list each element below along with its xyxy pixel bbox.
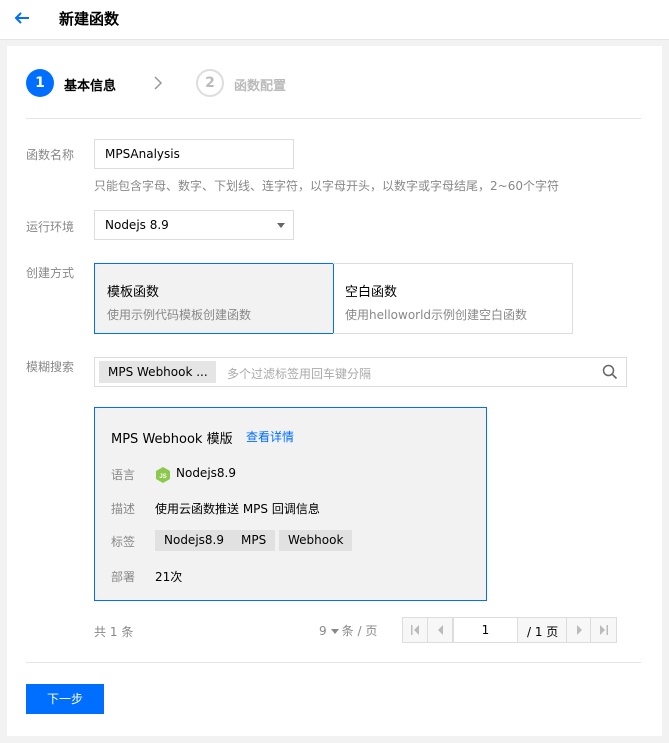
top-bar: 新建函数 [0,0,669,40]
caret-down-icon [330,629,339,634]
tag-badge: Nodejs8.9 [155,530,233,551]
current-page-input[interactable]: 1 [453,618,518,642]
search-icon[interactable] [602,364,618,380]
blank-function-option[interactable]: 空白函数 使用helloworld示例创建空白函数 [333,263,573,334]
runtime-select[interactable]: Nodejs 8.9 [94,210,294,240]
tag-badge: MPS [232,530,276,551]
page-size-select[interactable]: 9 条 / 页 [319,622,377,639]
page-title: 新建函数 [59,10,120,28]
language-label: 语言 [111,468,136,482]
nodejs-icon: JS [156,467,170,483]
caret-down-icon [277,223,285,228]
description-value: 使用云函数推送 MPS 回调信息 [155,502,320,516]
chevron-right-icon [154,76,163,90]
next-step-button[interactable]: 下一步 [26,684,104,714]
fuzzy-search-label: 模糊搜索 [26,360,75,374]
runtime-value: Nodejs 8.9 [105,218,169,232]
total-suffix: 条 [121,625,134,639]
total-pages-text: / 1 页 [527,625,559,639]
description-label: 描述 [111,502,136,516]
last-page-button[interactable] [591,618,616,642]
search-tag-chip[interactable]: MPS Webhook ... [99,361,216,383]
view-details-link[interactable]: 查看详情 [246,428,294,445]
total-count: 1 [109,625,118,639]
deploy-label: 部署 [111,570,136,584]
step-1-label: 基本信息 [64,79,117,94]
tags-label: 标签 [111,535,136,549]
pagination-total: 共 1 条 [94,623,133,640]
function-name-input[interactable]: MPSAnalysis [94,139,294,169]
prev-page-icon [438,625,443,635]
pager: 1 / 1 页 [402,617,617,643]
function-name-label: 函数名称 [26,148,75,162]
language-value: Nodejs8.9 [176,466,236,480]
option-description: 使用示例代码模板创建函数 [107,308,252,322]
page-size-unit: 条 / 页 [341,624,378,638]
arrow-left-icon[interactable] [12,8,32,28]
steps-divider [26,118,641,119]
creation-method-label: 创建方式 [26,266,75,280]
option-title: 空白函数 [345,285,398,300]
search-placeholder: 多个过滤标签用回车键分隔 [227,367,372,381]
prev-page-button[interactable] [428,618,453,642]
svg-text:JS: JS [159,474,166,480]
template-function-option[interactable]: 模板函数 使用示例代码模板创建函数 [94,263,334,334]
search-input[interactable]: MPS Webhook ... 多个过滤标签用回车键分隔 [94,357,627,387]
last-page-icon [600,625,608,635]
step-2-number: 2 [196,69,224,97]
next-page-icon [577,625,582,635]
page-size-value: 9 [319,624,327,638]
template-title: MPS Webhook 模版 [111,432,233,447]
option-description: 使用helloworld示例创建空白函数 [345,308,528,322]
option-title: 模板函数 [107,285,160,300]
main-panel: 1 基本信息 2 函数配置 函数名称 MPSAnalysis 只能包含字母、数字… [7,46,662,736]
template-card[interactable]: MPS Webhook 模版 查看详情 语言 JS Nodejs8.9 描述 使… [94,407,487,601]
deploy-count: 21次 [155,570,183,584]
function-name-hint: 只能包含字母、数字、下划线、连字符，以字母开头，以数字或字母结尾，2~60个字符 [94,179,559,193]
total-prefix: 共 [94,625,107,639]
next-page-button[interactable] [566,618,591,642]
step-2-label: 函数配置 [234,79,287,94]
runtime-label: 运行环境 [26,220,75,234]
first-page-icon [411,625,419,635]
step-1-number: 1 [26,69,54,97]
first-page-button[interactable] [403,618,428,642]
footer-divider [26,662,641,663]
tag-badge: Webhook [279,530,353,551]
